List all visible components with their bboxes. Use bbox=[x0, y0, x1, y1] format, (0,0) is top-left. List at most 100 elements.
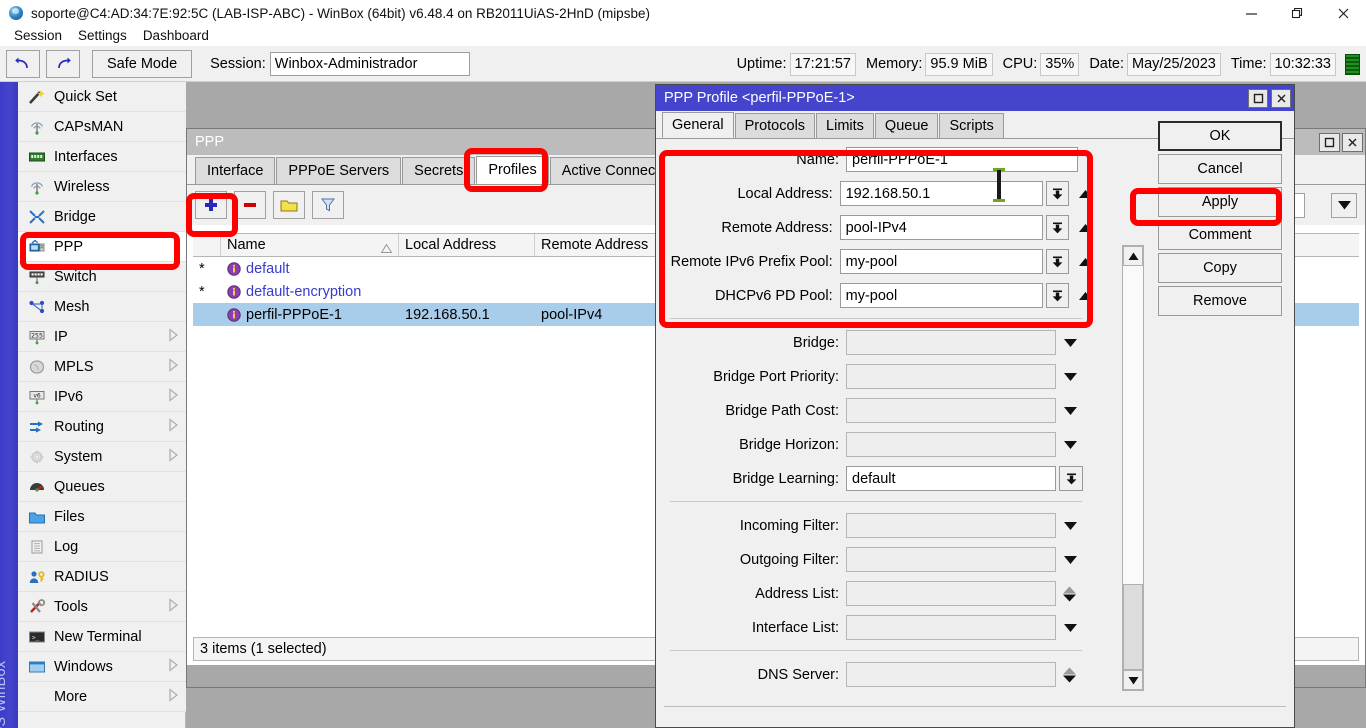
ip-255-icon: 255 bbox=[24, 329, 50, 345]
dropdown-button[interactable] bbox=[1046, 181, 1069, 206]
dropdown-arrow-button[interactable] bbox=[1059, 398, 1081, 423]
triangle-up-icon bbox=[1078, 291, 1093, 301]
apply-button[interactable]: Apply bbox=[1158, 187, 1282, 217]
memory-value: 95.9 MiB bbox=[925, 53, 992, 76]
add-button[interactable] bbox=[195, 191, 227, 219]
sidebar-item-wireless[interactable]: Wireless bbox=[18, 172, 186, 202]
scroll-down-button[interactable] bbox=[1123, 670, 1143, 690]
show-more-up-button[interactable] bbox=[1075, 249, 1096, 274]
column-header-name[interactable]: Name bbox=[221, 234, 399, 256]
sidebar-item-new-terminal[interactable]: >_New Terminal bbox=[18, 622, 186, 652]
sidebar-item-quick-set[interactable]: Quick Set bbox=[18, 82, 186, 112]
spinner-buttons[interactable] bbox=[1059, 581, 1079, 606]
sidebar-item-more[interactable]: More bbox=[18, 682, 186, 712]
cancel-button[interactable]: Cancel bbox=[1158, 154, 1282, 184]
safe-mode-button[interactable]: Safe Mode bbox=[92, 50, 192, 78]
sidebar-item-ip[interactable]: 255IP bbox=[18, 322, 186, 352]
menu-item-settings[interactable]: Settings bbox=[70, 26, 135, 46]
field-input-local-address[interactable]: 192.168.50.1 bbox=[840, 181, 1043, 206]
dialog-tab-queue[interactable]: Queue bbox=[875, 113, 939, 138]
close-icon[interactable] bbox=[1320, 0, 1366, 26]
sidebar-item-queues[interactable]: Queues bbox=[18, 472, 186, 502]
field-input-bridge-learning[interactable]: default bbox=[846, 466, 1056, 491]
dropdown-arrow-button[interactable] bbox=[1059, 547, 1081, 572]
remove-button[interactable]: Remove bbox=[1158, 286, 1282, 316]
scroll-up-button[interactable] bbox=[1123, 246, 1143, 266]
dropdown-arrow-button[interactable] bbox=[1059, 330, 1081, 355]
restore-icon[interactable] bbox=[1274, 0, 1320, 26]
sidebar-item-label: Queues bbox=[54, 479, 105, 495]
dialog-tab-protocols[interactable]: Protocols bbox=[735, 113, 815, 138]
show-more-up-button[interactable] bbox=[1075, 215, 1096, 240]
dialog-tab-scripts[interactable]: Scripts bbox=[939, 113, 1003, 138]
show-more-up-button[interactable] bbox=[1075, 181, 1096, 206]
sidebar-item-bridge[interactable]: Bridge bbox=[18, 202, 186, 232]
minimize-icon[interactable] bbox=[1228, 0, 1274, 26]
enable-folder-button[interactable] bbox=[273, 191, 305, 219]
dialog-tab-limits[interactable]: Limits bbox=[816, 113, 874, 138]
ok-button[interactable]: OK bbox=[1158, 121, 1282, 151]
sidebar-item-routing[interactable]: Routing bbox=[18, 412, 186, 442]
ppp-profile-dialog: PPP Profile <perfil-PPPoE-1> GeneralProt… bbox=[655, 84, 1295, 728]
dropdown-arrow-button[interactable] bbox=[1059, 513, 1081, 538]
ppp-close-icon[interactable] bbox=[1342, 133, 1363, 152]
dropdown-button[interactable] bbox=[1046, 215, 1069, 240]
column-header-local-address[interactable]: Local Address bbox=[399, 234, 535, 256]
field-input-dhcpv6-pd-pool[interactable]: my-pool bbox=[840, 283, 1043, 308]
tab-secrets[interactable]: Secrets bbox=[402, 157, 475, 184]
menu-item-session[interactable]: Session bbox=[6, 26, 70, 46]
sidebar-item-ppp[interactable]: PPP bbox=[18, 232, 186, 262]
tab-pppoe-servers[interactable]: PPPoE Servers bbox=[276, 157, 401, 184]
sidebar-item-ipv6[interactable]: v6IPv6 bbox=[18, 382, 186, 412]
sidebar-item-radius[interactable]: RADIUS bbox=[18, 562, 186, 592]
sidebar-item-log[interactable]: Log bbox=[18, 532, 186, 562]
sidebar-item-windows[interactable]: Windows bbox=[18, 652, 186, 682]
session-input[interactable]: Winbox-Administrador bbox=[270, 52, 470, 76]
redo-button[interactable] bbox=[46, 50, 80, 78]
sidebar-item-mpls[interactable]: MPLS bbox=[18, 352, 186, 382]
scroll-track[interactable] bbox=[1123, 266, 1143, 670]
dropdown-arrow-button[interactable] bbox=[1059, 364, 1081, 389]
sidebar-item-capsman[interactable]: CAPsMAN bbox=[18, 112, 186, 142]
dialog-bottom-divider bbox=[664, 706, 1286, 707]
sidebar-item-switch[interactable]: Switch bbox=[18, 262, 186, 292]
menu-item-dashboard[interactable]: Dashboard bbox=[135, 26, 217, 46]
dropdown-arrow-button[interactable] bbox=[1059, 432, 1081, 457]
field-row-bridge: Bridge: bbox=[656, 328, 1096, 357]
tab-profiles[interactable]: Profiles bbox=[476, 156, 548, 184]
dropdown-button[interactable] bbox=[1046, 283, 1069, 308]
dialog-restore-icon[interactable] bbox=[1248, 89, 1268, 108]
filter-button[interactable] bbox=[312, 191, 344, 219]
dialog-scrollbar[interactable] bbox=[1122, 245, 1144, 691]
winbox-globe-icon bbox=[9, 6, 23, 20]
ppp-restore-icon[interactable] bbox=[1319, 133, 1340, 152]
main-toolbar: Safe Mode Session: Winbox-Administrador … bbox=[0, 46, 1366, 82]
field-input-name[interactable]: perfil-PPPoE-1 bbox=[846, 147, 1078, 172]
remove-button[interactable] bbox=[234, 191, 266, 219]
field-row-local-address: Local Address:192.168.50.1 bbox=[656, 179, 1096, 208]
dialog-tab-general[interactable]: General bbox=[662, 112, 734, 138]
spinner-buttons[interactable] bbox=[1059, 662, 1079, 687]
chevron-right-icon bbox=[169, 448, 178, 465]
dropdown-arrow-button[interactable] bbox=[1059, 615, 1081, 640]
undo-button[interactable] bbox=[6, 50, 40, 78]
dialog-close-icon[interactable] bbox=[1271, 89, 1291, 108]
sidebar-item-interfaces[interactable]: Interfaces bbox=[18, 142, 186, 172]
sidebar-item-label: Routing bbox=[54, 419, 104, 435]
show-more-up-button[interactable] bbox=[1075, 283, 1096, 308]
sidebar-item-mesh[interactable]: Mesh bbox=[18, 292, 186, 322]
scroll-thumb[interactable] bbox=[1123, 584, 1143, 670]
column-header-flag[interactable] bbox=[193, 234, 221, 256]
sidebar-item-tools[interactable]: Tools bbox=[18, 592, 186, 622]
field-input-remote-ipv6-prefix-pool[interactable]: my-pool bbox=[840, 249, 1043, 274]
dropdown-button[interactable] bbox=[1046, 249, 1069, 274]
tab-interface[interactable]: Interface bbox=[195, 157, 275, 184]
field-input-remote-address[interactable]: pool-IPv4 bbox=[840, 215, 1043, 240]
comment-button[interactable]: Comment bbox=[1158, 220, 1282, 250]
find-dropdown-button[interactable] bbox=[1331, 193, 1357, 218]
copy-button[interactable]: Copy bbox=[1158, 253, 1282, 283]
dropdown-button[interactable] bbox=[1059, 466, 1083, 491]
antenna-icon bbox=[24, 179, 50, 195]
sidebar-item-system[interactable]: System bbox=[18, 442, 186, 472]
sidebar-item-files[interactable]: Files bbox=[18, 502, 186, 532]
